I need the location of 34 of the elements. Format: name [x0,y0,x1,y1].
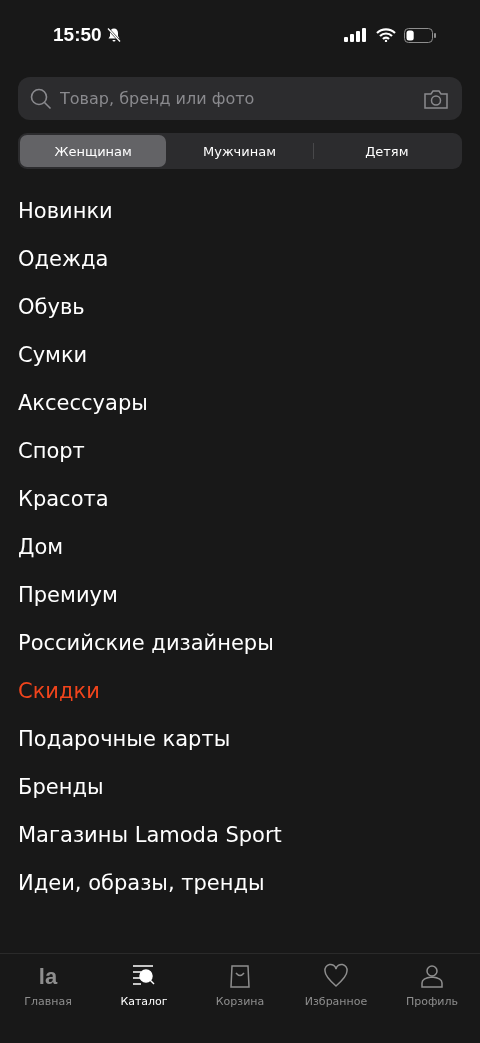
battery-icon [404,27,436,43]
category-link[interactable]: Скидки [18,667,462,715]
tab-bar-item[interactable]: la Главная [0,960,96,1008]
tab-bar-item[interactable]: Корзина [192,960,288,1008]
camera-icon[interactable] [424,89,448,109]
signal-icon [344,28,368,42]
tab-bar-item[interactable]: Профиль [384,960,480,1008]
category-link[interactable]: Российские дизайнеры [18,619,462,667]
category-link[interactable]: Сумки [18,331,462,379]
tab-bar-item[interactable]: Каталог [96,960,192,1008]
category-link[interactable]: Спорт [18,427,462,475]
category-link[interactable]: Новинки [18,187,462,235]
category-link[interactable]: Одежда [18,235,462,283]
gender-tab[interactable]: Мужчинам [166,135,313,167]
wifi-icon [376,28,396,42]
category-link[interactable]: Аксессуары [18,379,462,427]
search-icon [30,88,52,110]
profile-icon [419,963,445,989]
logo-icon: la [38,965,58,989]
tab-bar-item[interactable]: Избранное [288,960,384,1008]
category-link[interactable]: Премиум [18,571,462,619]
bag-icon [227,963,253,989]
category-link[interactable]: Красота [18,475,462,523]
category-link[interactable]: Обувь [18,283,462,331]
category-link[interactable]: Подарочные карты [18,715,462,763]
gender-tab[interactable]: Женщинам [20,135,167,167]
search-field[interactable]: Товар, бренд или фото [18,77,462,120]
category-link[interactable]: Бренды [18,763,462,811]
category-link[interactable]: Дом [18,523,462,571]
status-time: 15:50 [53,24,102,46]
heart-icon [323,963,349,989]
category-link[interactable]: Идеи, образы, тренды [18,859,462,907]
gender-tab[interactable]: Детям [313,135,460,167]
category-link[interactable]: Магазины Lamoda Sport [18,811,462,859]
